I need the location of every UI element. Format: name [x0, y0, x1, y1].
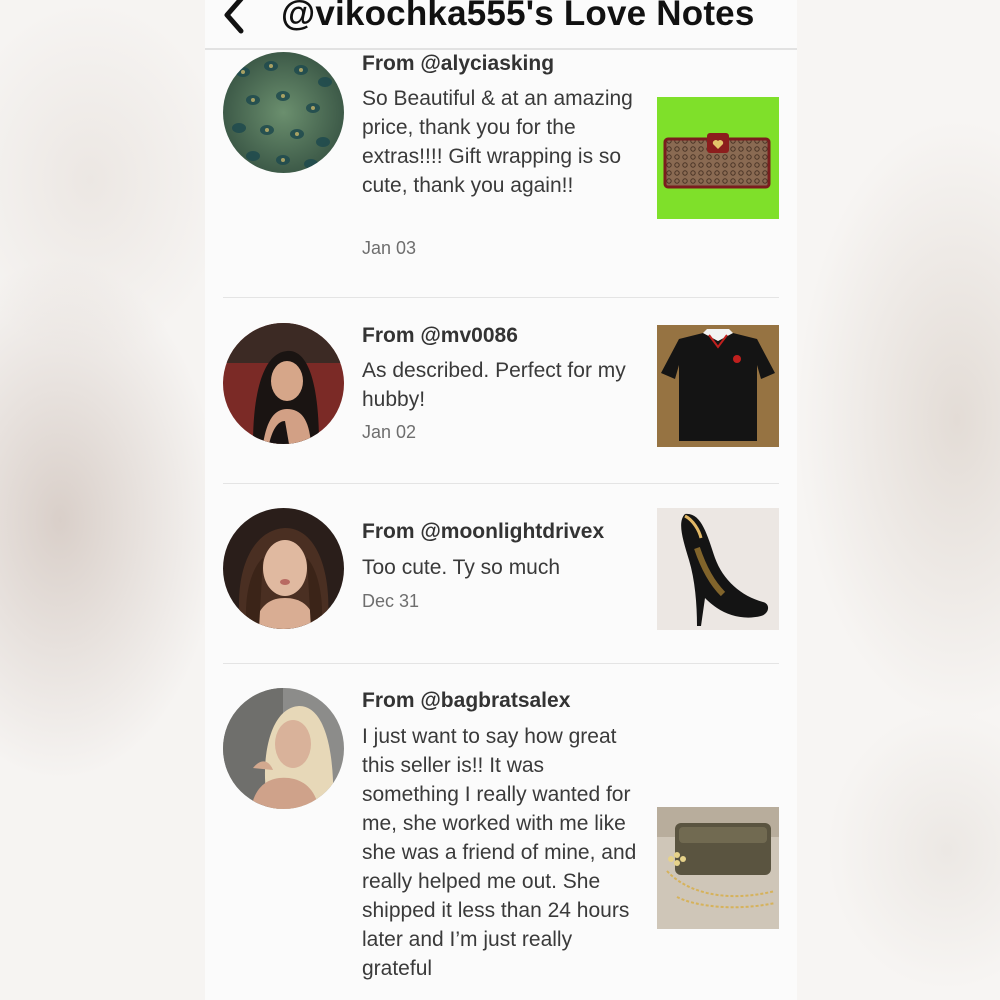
peacock-feather-avatar-image [223, 52, 344, 173]
love-note-item: From @moonlightdrivex Too cute. Ty so mu… [223, 484, 779, 664]
note-message: I just want to say how great this seller… [362, 725, 637, 980]
page-title: @vikochka555's Love Notes [281, 0, 755, 33]
note-message: As described. Perfect for my hubby! [362, 359, 626, 411]
note-sender[interactable]: From @alyciasking [362, 52, 554, 76]
user-photo-avatar-image [223, 323, 344, 444]
header-bar: @vikochka555's Love Notes [205, 0, 797, 50]
blurred-background-left [0, 0, 205, 1000]
patent-wallet-on-chain-image [657, 807, 779, 929]
note-date: Jan 03 [362, 238, 417, 258]
black-high-heel-image [657, 508, 779, 630]
note-sender[interactable]: From @mv0086 [362, 324, 518, 348]
avatar[interactable] [223, 323, 344, 444]
note-message: Too cute. Ty so much [362, 556, 561, 579]
blurred-background-right [797, 0, 1000, 1000]
listing-thumbnail[interactable] [657, 325, 779, 447]
love-notes-screen: @vikochka555's Love Notes From @alyciask… [205, 0, 797, 1000]
note-sender[interactable]: From @bagbratsalex [362, 689, 570, 713]
love-note-item: From @alyciasking So Beautiful & at an a… [223, 48, 779, 298]
back-button[interactable] [217, 0, 251, 40]
note-message: So Beautiful & at an amazing price, than… [362, 87, 633, 197]
avatar[interactable] [223, 508, 344, 629]
user-photo-avatar-image [223, 508, 344, 629]
listing-thumbnail[interactable] [657, 807, 779, 929]
love-note-item: From @mv0086 As described. Perfect for m… [223, 298, 779, 484]
note-date: Jan 02 [362, 422, 417, 442]
avatar[interactable] [223, 688, 344, 809]
listing-thumbnail[interactable] [657, 508, 779, 630]
chevron-left-icon [224, 0, 244, 34]
note-sender[interactable]: From @moonlightdrivex [362, 520, 604, 544]
gucci-wallet-image [657, 97, 779, 219]
user-photo-avatar-image [223, 688, 344, 809]
note-date: Dec 31 [362, 591, 420, 611]
avatar[interactable] [223, 52, 344, 173]
listing-thumbnail[interactable] [657, 97, 779, 219]
love-note-item: From @bagbratsalex I just want to say ho… [223, 664, 779, 1000]
black-polo-shirt-image [657, 325, 779, 447]
